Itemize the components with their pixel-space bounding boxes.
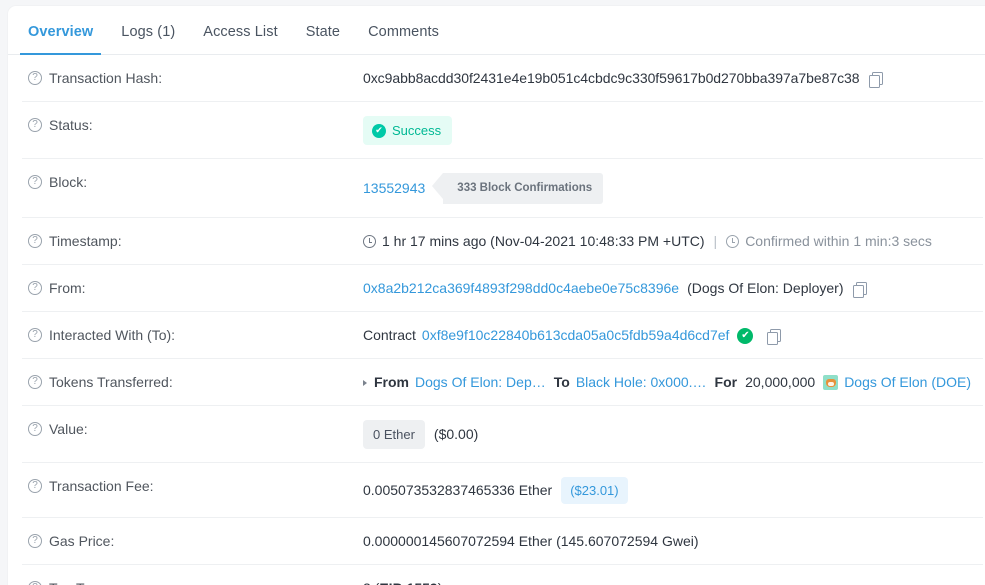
label-text: Transaction Hash: bbox=[49, 70, 163, 86]
from-address-tag: (Dogs Of Elon: Deployer) bbox=[687, 280, 844, 296]
row-txn-type: ? Txn Type: 2 ( EIP-1559 ) bbox=[22, 565, 983, 585]
value-gas-price: 0.000000145607072594 Ether (145.60707259… bbox=[363, 532, 983, 551]
row-gas-price: ? Gas Price: 0.000000145607072594 Ether … bbox=[22, 518, 983, 565]
row-block: ? Block: 13552943 333 Block Confirmation… bbox=[22, 159, 983, 218]
label-text: From: bbox=[49, 280, 86, 296]
label-transaction-fee: ? Transaction Fee: bbox=[22, 477, 363, 496]
label-text: Value: bbox=[49, 421, 88, 437]
help-icon[interactable]: ? bbox=[28, 71, 42, 85]
label-text: Block: bbox=[49, 174, 88, 190]
transaction-details-page: Overview Logs (1) Access List State Comm… bbox=[0, 0, 985, 585]
token-to-link[interactable]: Black Hole: 0x000.… bbox=[576, 373, 707, 392]
confirmed-within-text: Confirmed within 1 min:3 secs bbox=[745, 233, 932, 249]
txn-type-suffix: ) bbox=[438, 579, 443, 585]
verified-contract-icon: ✔ bbox=[737, 327, 754, 344]
row-value: ? Value: 0 Ether ($0.00) bbox=[22, 406, 983, 463]
row-status: ? Status: ✔ Success bbox=[22, 102, 983, 159]
token-to-label: To bbox=[553, 374, 570, 390]
row-interacted-with: ? Interacted With (To): Contract 0xf8e9f… bbox=[22, 312, 983, 359]
status-text: Success bbox=[392, 123, 442, 138]
token-from-link[interactable]: Dogs Of Elon: Dep… bbox=[415, 373, 546, 392]
tab-comments[interactable]: Comments bbox=[354, 11, 453, 54]
value-transaction-hash: 0xc9abb8acdd30f2431e4e19b051c4cbdc9c330f… bbox=[363, 69, 983, 88]
copy-icon[interactable] bbox=[868, 71, 883, 88]
token-logo-icon bbox=[823, 375, 839, 390]
help-icon[interactable]: ? bbox=[28, 175, 42, 189]
expand-caret-icon[interactable] bbox=[363, 379, 367, 386]
help-icon[interactable]: ? bbox=[28, 281, 42, 295]
row-transaction-fee: ? Transaction Fee: 0.005073532837465336 … bbox=[22, 463, 983, 518]
label-gas-price: ? Gas Price: bbox=[22, 532, 363, 551]
value-from: 0x8a2b212ca369f4893f298dd0c4aebe0e75c839… bbox=[363, 279, 983, 298]
value-interacted-with: Contract 0xf8e9f10c22840b613cda05a0c5fdb… bbox=[363, 326, 983, 345]
help-icon[interactable]: ? bbox=[28, 234, 42, 248]
token-amount: 20,000,000 bbox=[745, 374, 816, 390]
label-text: Status: bbox=[49, 117, 93, 133]
clock-icon bbox=[363, 235, 376, 248]
value-timestamp: 1 hr 17 mins ago (Nov-04-2021 10:48:33 P… bbox=[363, 232, 983, 251]
value-ether-pill: 0 Ether bbox=[363, 420, 425, 449]
label-text: Interacted With (To): bbox=[49, 327, 176, 343]
label-text: Txn Type: bbox=[49, 579, 110, 585]
block-confirmations-badge: 333 Block Confirmations bbox=[432, 173, 604, 204]
row-from: ? From: 0x8a2b212ca369f4893f298dd0c4aebe… bbox=[22, 265, 983, 312]
txn-type-name: EIP-1559 bbox=[379, 579, 437, 585]
token-name-link[interactable]: Dogs Of Elon (DOE) bbox=[844, 373, 971, 392]
token-for-label: For bbox=[714, 374, 738, 390]
help-icon[interactable]: ? bbox=[28, 328, 42, 342]
value-status: ✔ Success bbox=[363, 116, 983, 145]
label-block: ? Block: bbox=[22, 173, 363, 192]
contract-address-link[interactable]: 0xf8e9f10c22840b613cda05a0c5fdb59a4d6cd7… bbox=[422, 326, 730, 345]
label-text: Timestamp: bbox=[49, 233, 122, 249]
label-value: ? Value: bbox=[22, 420, 363, 439]
tab-access-list[interactable]: Access List bbox=[189, 11, 291, 54]
help-icon[interactable]: ? bbox=[28, 534, 42, 548]
help-icon[interactable]: ? bbox=[28, 375, 42, 389]
label-text: Transaction Fee: bbox=[49, 478, 154, 494]
block-number-link[interactable]: 13552943 bbox=[363, 179, 425, 198]
copy-icon[interactable] bbox=[767, 328, 782, 345]
transaction-card: Overview Logs (1) Access List State Comm… bbox=[8, 6, 985, 585]
row-tokens-transferred: ? Tokens Transferred: From Dogs Of Elon:… bbox=[22, 359, 983, 406]
clock-icon-confirmed bbox=[726, 235, 740, 248]
value-tokens-transferred: From Dogs Of Elon: Dep… To Black Hole: 0… bbox=[363, 373, 983, 392]
contract-prefix: Contract bbox=[363, 327, 416, 343]
status-badge: ✔ Success bbox=[363, 116, 453, 145]
separator: | bbox=[713, 233, 718, 249]
gas-price-text: 0.000000145607072594 Ether (145.60707259… bbox=[363, 533, 699, 549]
from-address-link[interactable]: 0x8a2b212ca369f4893f298dd0c4aebe0e75c839… bbox=[363, 279, 679, 298]
tab-bar: Overview Logs (1) Access List State Comm… bbox=[8, 6, 985, 55]
value-txn-type: 2 ( EIP-1559 ) bbox=[363, 579, 983, 585]
label-interacted-with: ? Interacted With (To): bbox=[22, 326, 363, 345]
copy-icon[interactable] bbox=[852, 281, 867, 298]
fee-usd-pill: ($23.01) bbox=[561, 477, 628, 504]
label-transaction-hash: ? Transaction Hash: bbox=[22, 69, 363, 88]
row-transaction-hash: ? Transaction Hash: 0xc9abb8acdd30f2431e… bbox=[22, 55, 983, 102]
value-transaction-fee: 0.005073532837465336 Ether ($23.01) bbox=[363, 477, 983, 504]
label-text: Tokens Transferred: bbox=[49, 374, 173, 390]
tab-overview[interactable]: Overview bbox=[14, 11, 107, 55]
check-circle-icon: ✔ bbox=[372, 123, 386, 138]
txn-type-number: 2 ( bbox=[363, 579, 379, 585]
help-icon[interactable]: ? bbox=[28, 581, 42, 585]
label-timestamp: ? Timestamp: bbox=[22, 232, 363, 251]
label-tokens-transferred: ? Tokens Transferred: bbox=[22, 373, 363, 392]
help-icon[interactable]: ? bbox=[28, 422, 42, 436]
transaction-hash-text: 0xc9abb8acdd30f2431e4e19b051c4cbdc9c330f… bbox=[363, 70, 860, 86]
label-from: ? From: bbox=[22, 279, 363, 298]
token-from-label: From bbox=[374, 374, 409, 390]
label-status: ? Status: bbox=[22, 116, 363, 135]
tab-logs[interactable]: Logs (1) bbox=[107, 11, 189, 54]
fee-ether-amount: 0.005073532837465336 Ether bbox=[363, 482, 553, 498]
label-text: Gas Price: bbox=[49, 533, 115, 549]
timestamp-text: 1 hr 17 mins ago (Nov-04-2021 10:48:33 P… bbox=[382, 233, 705, 249]
value-amount-row: 0 Ether ($0.00) bbox=[363, 420, 983, 449]
row-timestamp: ? Timestamp: 1 hr 17 mins ago (Nov-04-20… bbox=[22, 218, 983, 265]
value-usd: ($0.00) bbox=[433, 426, 479, 442]
value-block: 13552943 333 Block Confirmations bbox=[363, 173, 983, 204]
help-icon[interactable]: ? bbox=[28, 118, 42, 132]
tab-state[interactable]: State bbox=[292, 11, 354, 54]
label-txn-type: ? Txn Type: bbox=[22, 579, 363, 585]
help-icon[interactable]: ? bbox=[28, 479, 42, 493]
